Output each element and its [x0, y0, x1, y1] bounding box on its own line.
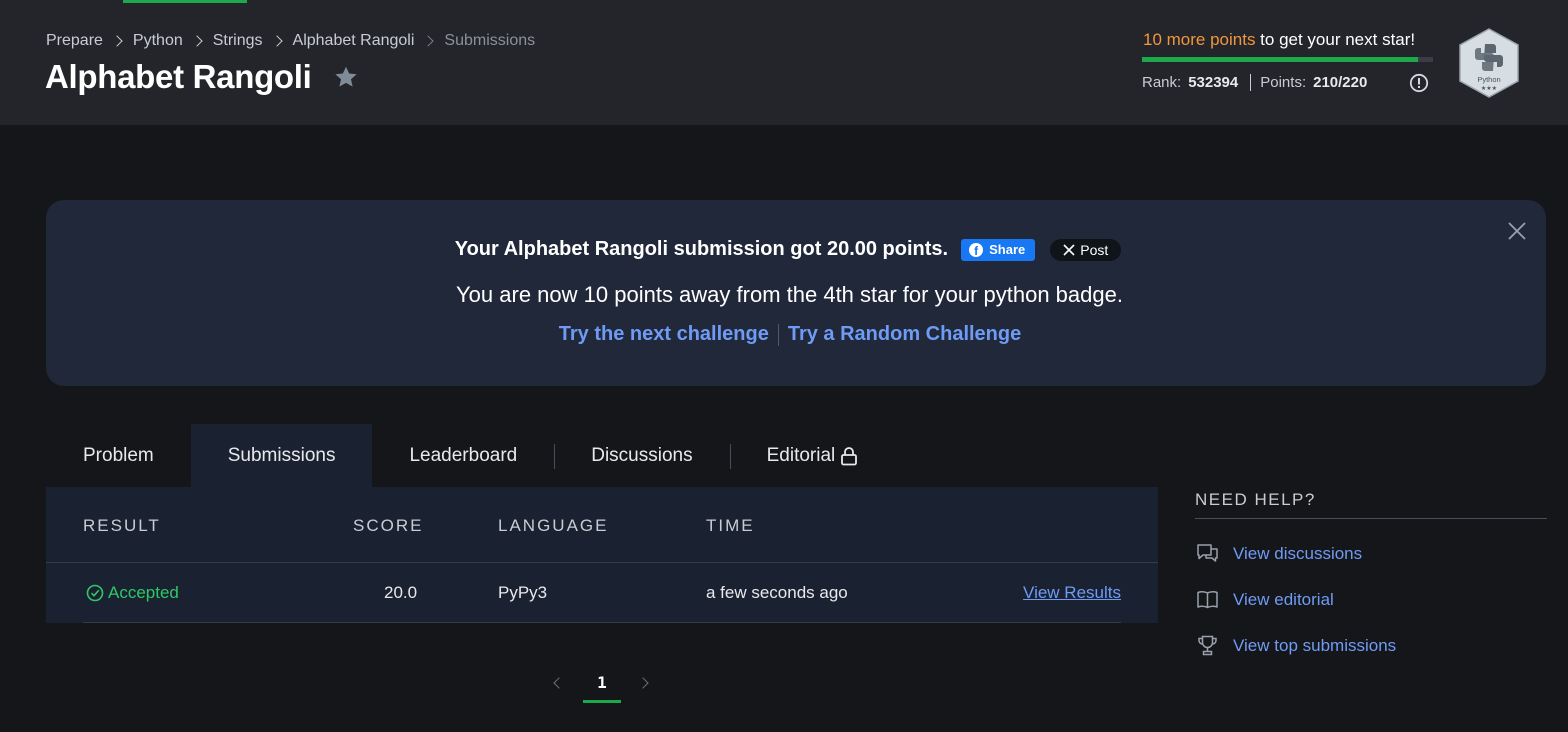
score-cell: 20.0 — [384, 583, 418, 602]
trophy-icon — [1198, 635, 1217, 656]
banner-subtext: You are now 10 points away from the 4th … — [456, 282, 1123, 307]
points-label: Points: — [1260, 74, 1307, 91]
hexagon-badge-icon: Python ★★★ — [1459, 28, 1519, 98]
share-label: Share — [989, 242, 1026, 257]
python-badge[interactable]: Python ★★★ — [1457, 27, 1521, 99]
time-cell: a few seconds ago — [706, 583, 848, 602]
divider — [83, 622, 1121, 623]
chevron-right-icon[interactable] — [639, 673, 649, 693]
lock-icon — [841, 446, 858, 465]
random-challenge-link[interactable]: Try a Random Challenge — [788, 323, 1021, 346]
x-post-button[interactable]: Post — [1050, 238, 1122, 261]
view-discussions-link[interactable]: View discussions — [1233, 544, 1362, 564]
badge-stars: ★★★ — [1481, 85, 1497, 92]
rank-value: 532394 — [1188, 74, 1239, 91]
breadcrumb-python[interactable]: Python — [133, 32, 183, 50]
tab-problem[interactable]: Problem — [46, 424, 191, 487]
book-icon — [1197, 591, 1218, 609]
chevron-right-icon — [414, 32, 444, 50]
column-header-language[interactable]: LANGUAGE — [498, 516, 608, 536]
tab-label: Leaderboard — [409, 444, 518, 466]
challenge-tabs: Problem Submissions Leaderboard Discussi… — [46, 424, 895, 487]
tab-label: Problem — [83, 444, 154, 466]
divider — [554, 444, 556, 469]
column-header-time[interactable]: TIME — [706, 516, 755, 536]
pagination: 1 — [553, 668, 649, 703]
tab-submissions[interactable]: Submissions — [190, 424, 373, 487]
post-label: Post — [1080, 241, 1109, 258]
view-editorial-link[interactable]: View editorial — [1233, 590, 1334, 610]
next-star-message: 10 more points to get your next star! — [1143, 30, 1415, 50]
divider — [729, 444, 731, 469]
info-icon[interactable] — [1409, 73, 1429, 93]
facebook-share-button[interactable]: f Share — [961, 238, 1036, 261]
rank-points: Rank: 532394 Points: 210/220 — [1142, 74, 1367, 91]
submissions-table: RESULT SCORE LANGUAGE TIME Accepted 20.0… — [46, 487, 1158, 623]
chevron-right-icon — [263, 32, 293, 50]
divider — [1195, 518, 1547, 519]
points-needed: 10 more points — [1143, 30, 1256, 49]
star-progress-fill — [1142, 57, 1419, 62]
discussions-icon — [1197, 544, 1218, 562]
help-item-top-submissions[interactable]: View top submissions — [1196, 634, 1396, 657]
chevron-right-icon — [103, 32, 133, 50]
status-accepted: Accepted — [86, 583, 179, 603]
column-header-score[interactable]: SCORE — [353, 516, 423, 536]
help-item-discussions[interactable]: View discussions — [1196, 542, 1362, 565]
view-results-link[interactable]: View Results — [1023, 583, 1121, 603]
next-star-text: to get your next star! — [1255, 30, 1416, 49]
tab-editorial[interactable]: Editorial — [729, 424, 896, 487]
need-help-heading: NEED HELP? — [1195, 490, 1316, 509]
chevron-right-icon — [183, 32, 213, 50]
badge-label: Python — [1477, 75, 1500, 84]
chevron-left-icon[interactable] — [553, 673, 563, 693]
breadcrumb-alphabet-rangoli[interactable]: Alphabet Rangoli — [293, 32, 415, 50]
divider — [1250, 74, 1252, 91]
star-icon[interactable] — [333, 64, 359, 90]
check-circle-icon — [86, 584, 104, 602]
help-item-editorial[interactable]: View editorial — [1196, 588, 1334, 611]
facebook-icon: f — [969, 242, 984, 257]
view-top-submissions-link[interactable]: View top submissions — [1233, 636, 1396, 656]
page-number-current[interactable]: 1 — [583, 673, 621, 703]
breadcrumb-submissions: Submissions — [444, 32, 536, 49]
tab-label: Discussions — [591, 444, 693, 466]
tab-label: Editorial — [766, 444, 836, 466]
column-header-result[interactable]: RESULT — [83, 516, 161, 536]
result-text: Accepted — [108, 583, 179, 602]
language-cell: PyPy3 — [498, 583, 548, 602]
tab-discussions[interactable]: Discussions — [554, 424, 729, 487]
x-logo-icon — [1063, 243, 1075, 256]
star-progress-bar — [1142, 57, 1433, 62]
banner-links: Try the next challenge Try a Random Chal… — [0, 323, 1568, 346]
breadcrumb-prepare[interactable]: Prepare — [46, 32, 103, 50]
nav-active-indicator — [123, 0, 247, 3]
breadcrumb: Prepare Python Strings Alphabet Rangoli … — [46, 32, 535, 50]
points-value: 210/220 — [1313, 74, 1368, 91]
tab-leaderboard[interactable]: Leaderboard — [372, 424, 554, 487]
breadcrumb-strings[interactable]: Strings — [213, 32, 263, 50]
tab-label: Submissions — [227, 444, 336, 466]
divider — [777, 323, 779, 346]
divider — [46, 562, 1158, 563]
banner-headline-row: Your Alphabet Rangoli submission got 20.… — [0, 238, 1568, 261]
page-title: Alphabet Rangoli — [45, 58, 312, 95]
rank-label: Rank: — [1142, 74, 1182, 91]
banner-headline: Your Alphabet Rangoli submission got 20.… — [454, 238, 949, 260]
next-challenge-link[interactable]: Try the next challenge — [559, 323, 769, 346]
page-header: Prepare Python Strings Alphabet Rangoli … — [0, 0, 1568, 125]
